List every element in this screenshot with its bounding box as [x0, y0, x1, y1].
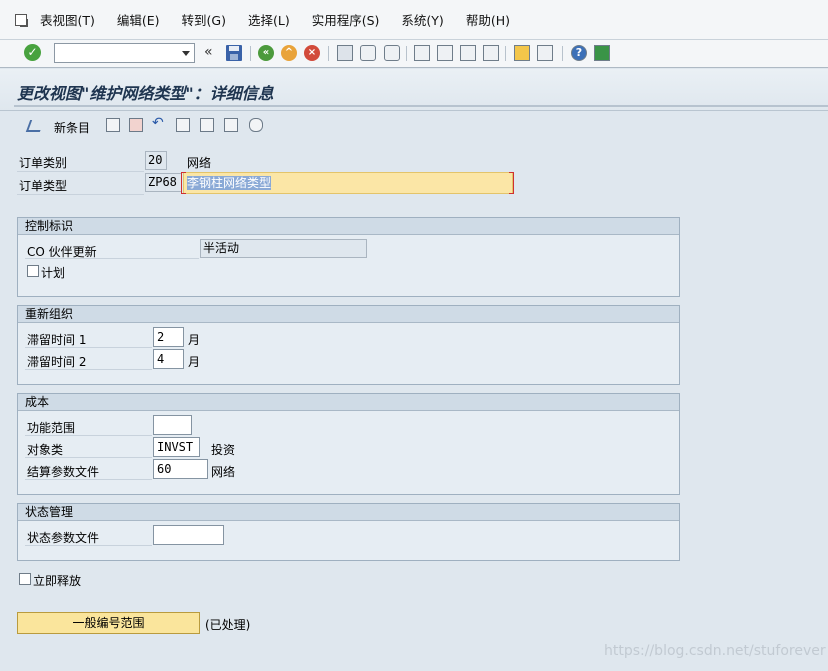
group-title: 控制标识	[18, 218, 679, 235]
co-partner-update-field[interactable]: 半活动	[200, 239, 367, 258]
next-page-icon[interactable]	[460, 45, 476, 61]
deselect-all-icon[interactable]	[224, 118, 238, 132]
select-all-icon[interactable]	[176, 118, 190, 132]
menu-selection[interactable]: 选择(L)	[248, 10, 290, 29]
focus-bracket-right	[509, 172, 514, 194]
back-icon[interactable]: «	[258, 45, 274, 61]
row-divider	[17, 194, 144, 195]
row-divider	[17, 171, 144, 172]
first-page-icon[interactable]	[414, 45, 430, 61]
glasses-icon[interactable]	[249, 118, 263, 132]
status-management-group: 状态管理	[17, 503, 680, 561]
order-category-label: 订单类别	[19, 156, 68, 170]
functional-area-input[interactable]	[153, 415, 192, 435]
row-divider	[25, 435, 152, 436]
settlement-profile-input[interactable]: 60	[153, 459, 208, 479]
print-icon[interactable]	[337, 45, 353, 61]
command-field[interactable]	[54, 43, 195, 63]
object-class-text: 投资	[211, 443, 236, 457]
planning-checkbox[interactable]	[27, 265, 39, 277]
group-title: 状态管理	[18, 504, 679, 521]
menu-bar: 表视图(T) 编辑(E) 转到(G) 选择(L) 实用程序(S) 系统(Y) 帮…	[0, 0, 828, 40]
row-divider	[25, 457, 152, 458]
residence-time-1-unit: 月	[188, 333, 201, 347]
page-title: 更改视图"维护网络类型"：详细信息	[17, 84, 274, 103]
order-type-description-input[interactable]: 李钢柱网络类型	[183, 172, 513, 194]
menu-utilities[interactable]: 实用程序(S)	[312, 10, 380, 29]
order-category-field: 20	[145, 151, 167, 170]
number-range-button[interactable]: 一般编号范围	[17, 612, 200, 634]
number-range-status: (已处理)	[205, 618, 251, 632]
menu-help[interactable]: 帮助(H)	[466, 10, 510, 29]
object-class-input[interactable]: INVST	[153, 437, 200, 457]
menu-goto[interactable]: 转到(G)	[182, 10, 226, 29]
planning-label: 计划	[41, 266, 66, 280]
menu-table-view[interactable]: 表视图(T)	[40, 10, 95, 29]
enter-check-icon[interactable]: ✓	[24, 44, 41, 61]
menu-system[interactable]: 系统(Y)	[401, 10, 443, 29]
residence-time-2-label: 滞留时间 2	[27, 355, 87, 369]
menu-edit[interactable]: 编辑(E)	[117, 10, 160, 29]
group-title: 重新组织	[18, 306, 679, 323]
standard-toolbar: ✓ « « ^ × ?	[0, 40, 828, 68]
toolbar-divider	[562, 46, 563, 61]
residence-time-2-input[interactable]: 4	[153, 349, 184, 369]
new-session-icon[interactable]	[514, 45, 530, 61]
row-divider	[25, 479, 152, 480]
save-icon[interactable]	[226, 45, 242, 61]
residence-time-2-unit: 月	[188, 355, 201, 369]
status-profile-label: 状态参数文件	[27, 531, 100, 545]
shortcut-icon[interactable]	[537, 45, 553, 61]
undo-icon[interactable]: ↶	[152, 115, 166, 131]
copy-icon[interactable]	[106, 118, 120, 132]
new-entries-icon[interactable]	[26, 118, 40, 132]
toolbar-divider	[406, 46, 407, 61]
title-underline	[14, 105, 828, 107]
new-entries-button[interactable]: 新条目	[54, 119, 90, 136]
delete-icon[interactable]	[129, 118, 143, 132]
find-icon[interactable]	[360, 45, 376, 61]
focus-bracket-left	[181, 172, 186, 194]
window-menu-icon[interactable]	[14, 13, 30, 27]
chevron-down-icon[interactable]	[182, 51, 190, 56]
row-divider	[25, 258, 199, 259]
help-icon[interactable]: ?	[571, 45, 587, 61]
order-category-text: 网络	[187, 156, 212, 170]
watermark: https://blog.csdn.net/stuforever	[604, 643, 826, 659]
previous-page-icon[interactable]	[437, 45, 453, 61]
toolbar-divider	[328, 46, 329, 61]
toolbar-divider	[250, 46, 251, 61]
customize-layout-icon[interactable]	[594, 45, 610, 61]
status-profile-input[interactable]	[153, 525, 224, 545]
exit-icon[interactable]: ^	[281, 45, 297, 61]
cancel-icon[interactable]: ×	[304, 45, 320, 61]
order-type-description-value: 李钢柱网络类型	[187, 176, 272, 190]
release-immediately-checkbox[interactable]	[19, 573, 31, 585]
find-next-icon[interactable]	[384, 45, 400, 61]
last-page-icon[interactable]	[483, 45, 499, 61]
residence-time-1-label: 滞留时间 1	[27, 333, 87, 347]
row-divider	[25, 545, 152, 546]
functional-area-label: 功能范围	[27, 421, 76, 435]
release-immediately-label: 立即释放	[33, 574, 82, 588]
settlement-profile-label: 结算参数文件	[27, 465, 100, 479]
row-divider	[25, 347, 152, 348]
row-divider	[25, 369, 152, 370]
toolbar-divider	[505, 46, 506, 61]
collapse-command-icon[interactable]: «	[204, 44, 222, 62]
order-type-field: ZP68	[145, 173, 182, 192]
application-toolbar: ↶	[0, 112, 828, 140]
object-class-label: 对象类	[27, 443, 64, 457]
settlement-profile-text: 网络	[211, 465, 236, 479]
reorganization-group: 重新组织	[17, 305, 680, 385]
group-title: 成本	[18, 394, 679, 411]
select-block-icon[interactable]	[200, 118, 214, 132]
order-type-label: 订单类型	[19, 179, 68, 193]
residence-time-1-input[interactable]: 2	[153, 327, 184, 347]
